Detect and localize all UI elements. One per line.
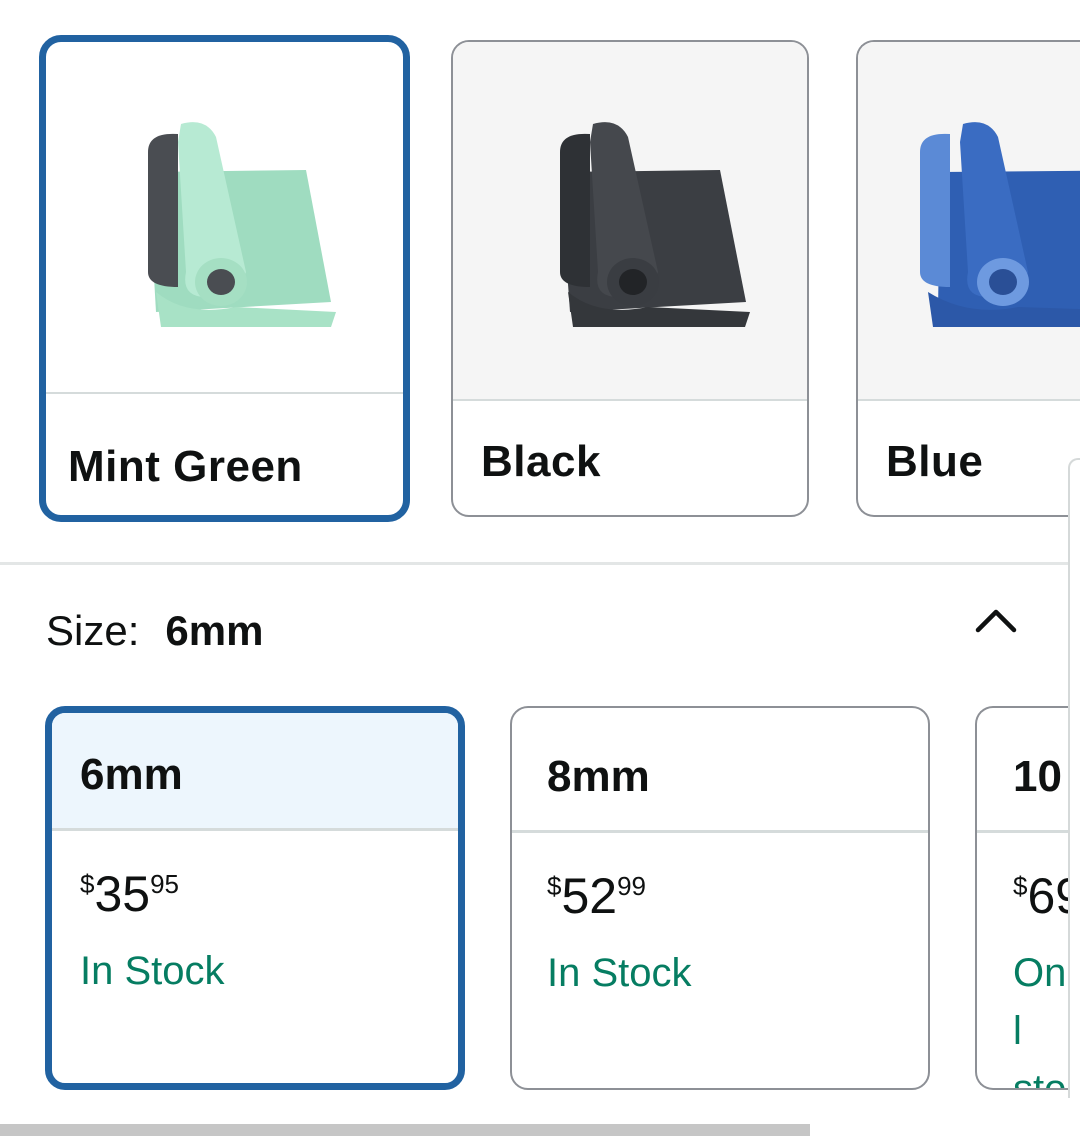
color-option-black[interactable]: Black: [451, 40, 809, 517]
color-option-label: Black: [481, 437, 601, 486]
size-option-label: 10: [1013, 752, 1062, 801]
size-option-10mm[interactable]: 10 $69 Onl stoc: [975, 706, 1080, 1090]
yoga-mat-blue-image: [920, 122, 1080, 327]
size-card-divider: [52, 828, 458, 831]
section-divider: [0, 562, 1080, 565]
collapse-size-button[interactable]: [968, 596, 1024, 644]
yoga-mat-mint-green-image: [148, 122, 336, 327]
size-label: Size:: [46, 607, 140, 654]
availability-status: In Stock: [547, 951, 692, 995]
horizontal-scrollbar[interactable]: [0, 1124, 810, 1136]
color-option-mint-green[interactable]: Mint Green: [39, 35, 410, 522]
color-option-label: Blue: [886, 437, 984, 486]
price-fraction: 99: [617, 871, 647, 901]
color-option-blue[interactable]: Blue: [856, 40, 1080, 517]
swatch-image-area: [858, 42, 1080, 399]
size-option-8mm[interactable]: 8mm $5299 In Stock: [510, 706, 930, 1090]
vertical-scrollbar[interactable]: [1068, 458, 1080, 1098]
swatch-divider: [453, 399, 807, 401]
size-selected-value: 6mm: [165, 607, 264, 654]
availability-status: Onl stoc: [1013, 951, 1067, 1090]
yoga-mat-black-image: [560, 122, 750, 327]
size-card-divider: [512, 830, 928, 833]
price-currency: $: [1013, 871, 1028, 901]
swatch-image-area: [453, 42, 807, 399]
price-whole: 35: [94, 866, 151, 922]
size-option-label: 8mm: [547, 752, 650, 801]
price-fraction: 95: [150, 869, 180, 899]
swatch-divider: [858, 399, 1080, 401]
size-card-divider: [977, 830, 1080, 833]
size-option-label: 6mm: [80, 750, 183, 799]
swatch-divider: [46, 392, 403, 394]
price-currency: $: [80, 869, 95, 899]
availability-status: In Stock: [80, 949, 225, 993]
size-selector-header: Size: 6mm: [46, 607, 263, 655]
price-currency: $: [547, 871, 562, 901]
size-option-6mm[interactable]: 6mm $3595 In Stock: [45, 706, 465, 1090]
price-whole: 52: [561, 868, 618, 924]
size-option-price: $5299: [547, 871, 646, 921]
color-option-label: Mint Green: [68, 442, 303, 491]
swatch-image-area: [46, 42, 403, 392]
chevron-up-icon: [975, 609, 1017, 633]
size-option-price: $3595: [80, 869, 179, 919]
